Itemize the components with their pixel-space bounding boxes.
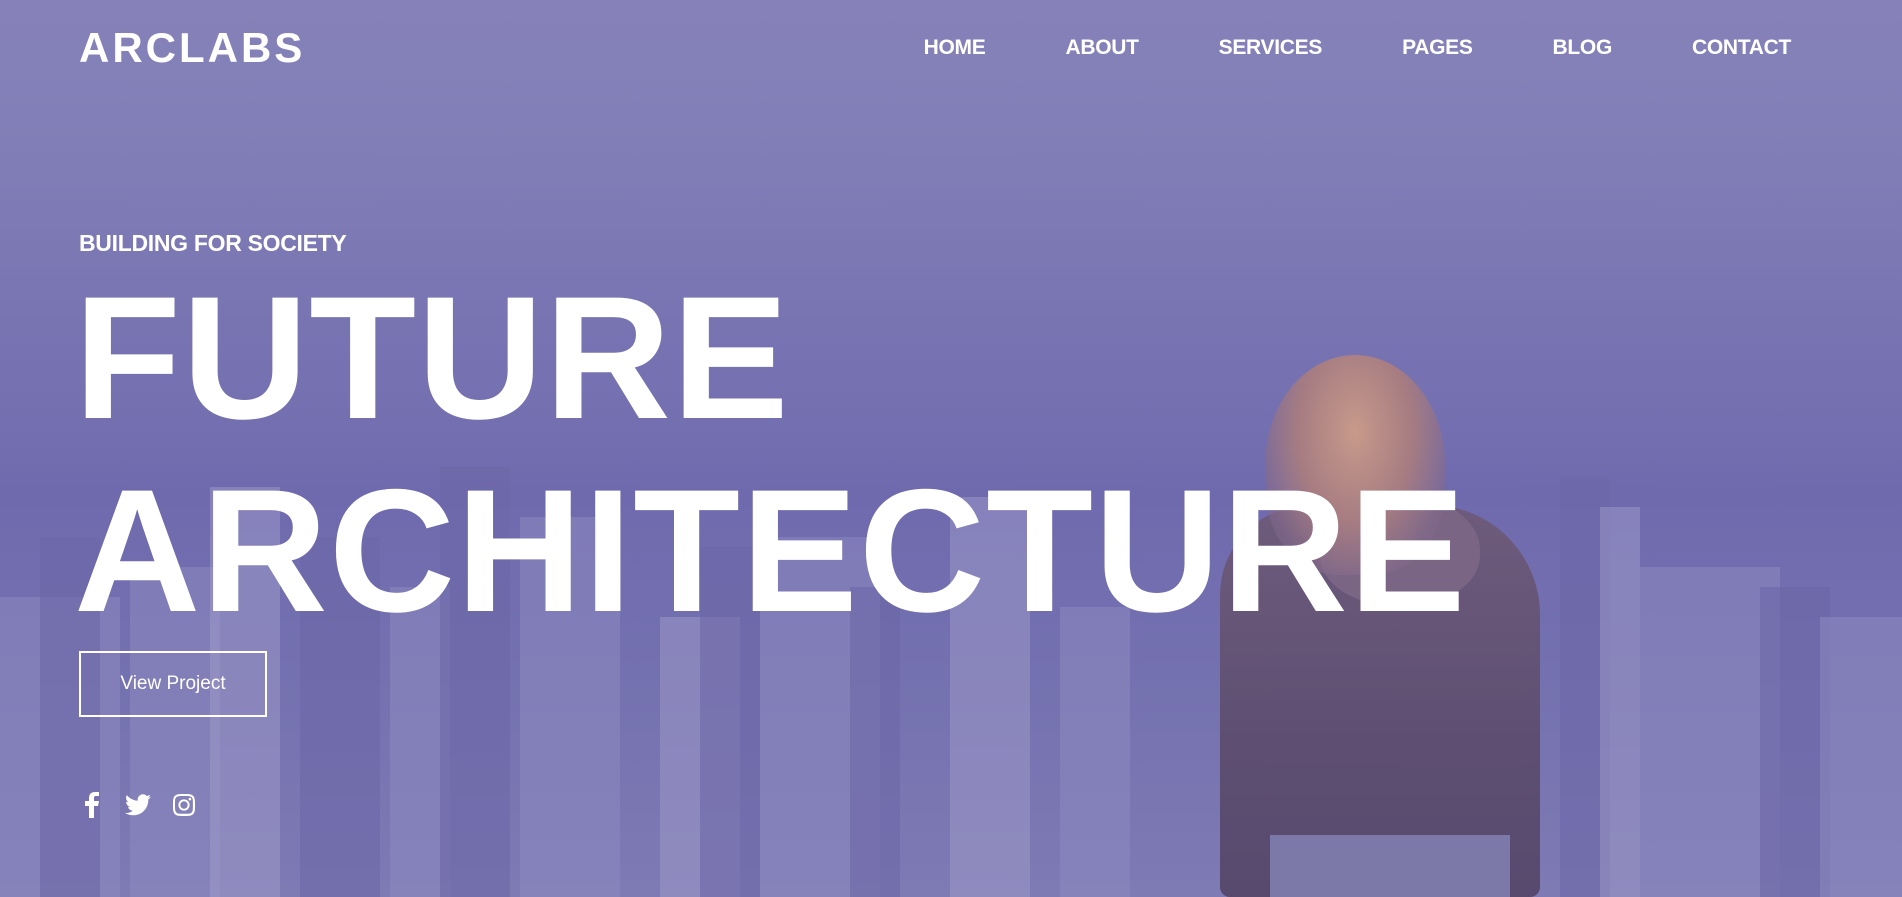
nav-item-home[interactable]: HOME: [924, 36, 986, 60]
main-nav: HOME ABOUT SERVICES PAGES BLOG CONTACT: [924, 36, 1792, 60]
instagram-icon[interactable]: [171, 792, 197, 818]
nav-item-about[interactable]: ABOUT: [1065, 36, 1138, 60]
headline-line-1: FUTURE: [74, 261, 790, 456]
facebook-icon[interactable]: [79, 792, 105, 818]
nav-item-contact[interactable]: CONTACT: [1692, 36, 1791, 60]
hero-section: ARCLABS HOME ABOUT SERVICES PAGES BLOG C…: [0, 0, 1902, 897]
twitter-icon[interactable]: [125, 792, 151, 818]
nav-item-blog[interactable]: BLOG: [1553, 36, 1613, 60]
hero-headline: FUTURE ARCHITECTURE: [74, 262, 1467, 648]
social-links: [79, 792, 197, 818]
headline-line-2: ARCHITECTURE: [74, 454, 1467, 649]
site-logo[interactable]: ARCLABS: [79, 24, 305, 72]
hero-eyebrow: BUILDING FOR SOCIETY: [79, 230, 347, 256]
nav-item-pages[interactable]: PAGES: [1402, 36, 1473, 60]
view-project-button[interactable]: View Project: [79, 651, 267, 717]
nav-item-services[interactable]: SERVICES: [1219, 36, 1323, 60]
